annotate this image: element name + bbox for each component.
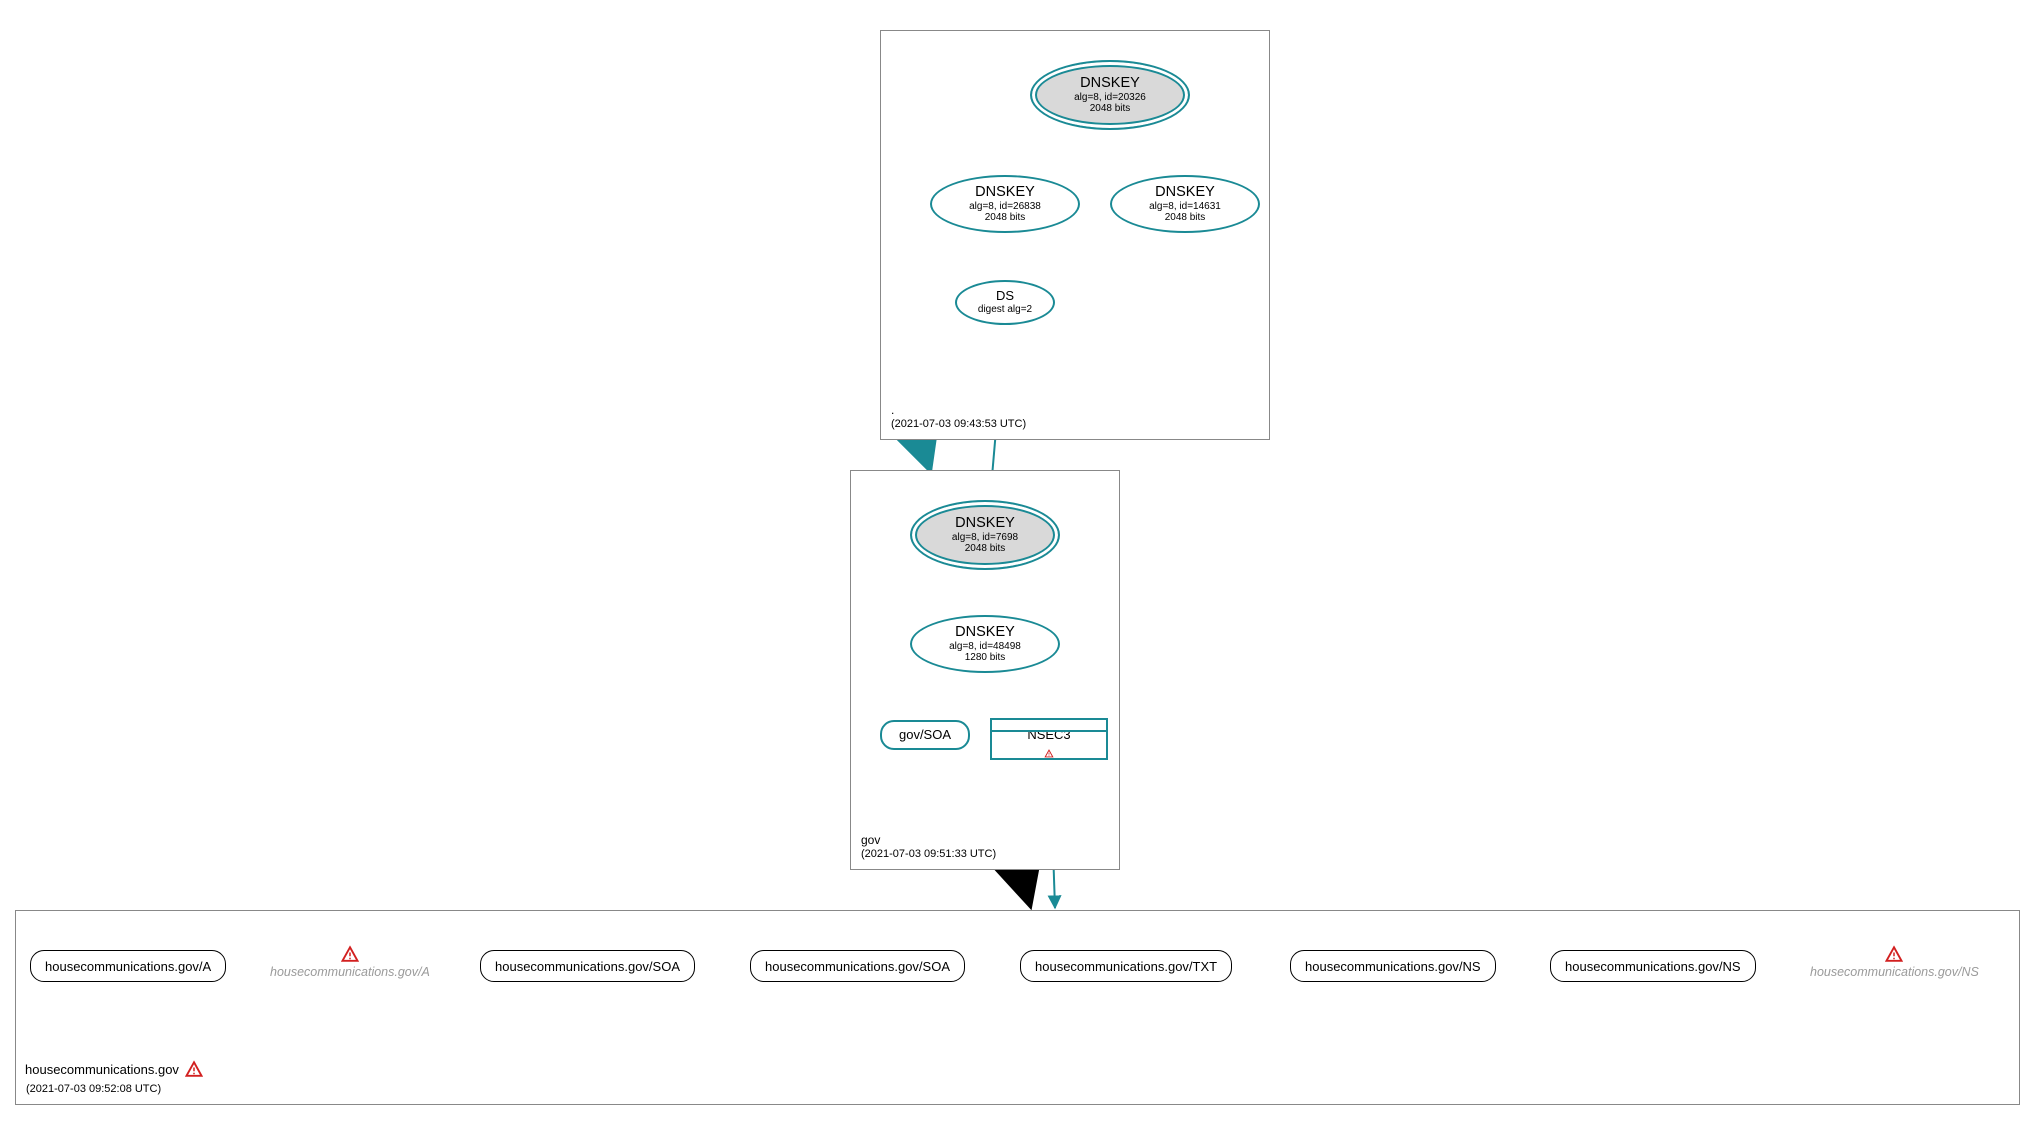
- zone-domain-name-row: housecommunications.gov: [25, 1060, 203, 1078]
- zone-domain-ts: (2021-07-03 09:52:08 UTC): [26, 1083, 161, 1096]
- node-gov-ksk-l2: alg=8, id=7698: [952, 532, 1018, 544]
- rr-ns-1: housecommunications.gov/NS: [1290, 950, 1496, 982]
- warning-icon: [185, 1060, 203, 1078]
- node-gov-zsk-l2: alg=8, id=48498: [949, 641, 1021, 653]
- rr-ns-2-label: housecommunications.gov/NS: [1565, 959, 1741, 974]
- zone-root-ts: (2021-07-03 09:43:53 UTC): [891, 418, 1026, 431]
- node-nsec3: NSEC3: [990, 718, 1108, 760]
- node-root-zsk2-l3: 2048 bits: [1165, 212, 1206, 224]
- node-root-ds-l2: digest alg=2: [978, 304, 1032, 316]
- rr-ns-2: housecommunications.gov/NS: [1550, 950, 1756, 982]
- warning-icon: [341, 945, 359, 963]
- node-root-zsk1-l3: 2048 bits: [985, 212, 1026, 224]
- rr-soa-1: housecommunications.gov/SOA: [480, 950, 695, 982]
- rr-a-label: housecommunications.gov/A: [45, 959, 211, 974]
- zone-domain-name-text: housecommunications.gov: [25, 1062, 179, 1077]
- zone-gov-name: gov: [861, 833, 996, 847]
- warning-icon: [1885, 945, 1903, 963]
- nsec3-header-line: [992, 730, 1106, 732]
- node-gov-soa-label: gov/SOA: [899, 728, 951, 743]
- node-root-ksk-l2: alg=8, id=20326: [1074, 92, 1146, 104]
- node-root-zsk1: DNSKEY alg=8, id=26838 2048 bits: [930, 175, 1080, 233]
- node-gov-ksk: DNSKEY alg=8, id=7698 2048 bits: [910, 500, 1060, 570]
- rr-ns-gray: housecommunications.gov/NS: [1810, 945, 1979, 979]
- node-root-zsk2-l2: alg=8, id=14631: [1149, 201, 1221, 213]
- rr-a-gray-label: housecommunications.gov/A: [270, 965, 430, 979]
- node-root-zsk2: DNSKEY alg=8, id=14631 2048 bits: [1110, 175, 1260, 233]
- diagram-canvas: . (2021-07-03 09:43:53 UTC) DNSKEY alg=8…: [0, 0, 2035, 1121]
- rr-ns-1-label: housecommunications.gov/NS: [1305, 959, 1481, 974]
- rr-txt-label: housecommunications.gov/TXT: [1035, 959, 1217, 974]
- zone-gov-ts: (2021-07-03 09:51:33 UTC): [861, 848, 996, 861]
- node-gov-ksk-title: DNSKEY: [955, 515, 1015, 532]
- node-root-zsk2-title: DNSKEY: [1155, 184, 1215, 201]
- node-root-zsk1-l2: alg=8, id=26838: [969, 201, 1041, 213]
- zone-domain: (2021-07-03 09:52:08 UTC): [15, 910, 2020, 1105]
- rr-a-gray: housecommunications.gov/A: [270, 945, 430, 979]
- rr-a: housecommunications.gov/A: [30, 950, 226, 982]
- node-root-ksk-l3: 2048 bits: [1090, 103, 1131, 115]
- node-root-ds-title: DS: [996, 289, 1014, 304]
- node-root-zsk1-title: DNSKEY: [975, 184, 1035, 201]
- rr-ns-gray-label: housecommunications.gov/NS: [1810, 965, 1979, 979]
- zone-root-name: .: [891, 403, 1026, 417]
- rr-soa-2-label: housecommunications.gov/SOA: [765, 959, 950, 974]
- node-gov-soa: gov/SOA: [880, 720, 970, 750]
- rr-soa-1-label: housecommunications.gov/SOA: [495, 959, 680, 974]
- rr-txt: housecommunications.gov/TXT: [1020, 950, 1232, 982]
- rr-soa-2: housecommunications.gov/SOA: [750, 950, 965, 982]
- node-root-ksk: DNSKEY alg=8, id=20326 2048 bits: [1030, 60, 1190, 130]
- node-root-ksk-title: DNSKEY: [1080, 75, 1140, 92]
- node-gov-zsk: DNSKEY alg=8, id=48498 1280 bits: [910, 615, 1060, 673]
- node-root-ds: DS digest alg=2: [955, 280, 1055, 325]
- node-gov-zsk-title: DNSKEY: [955, 624, 1015, 641]
- node-gov-ksk-l3: 2048 bits: [965, 543, 1006, 555]
- warning-icon: [1040, 749, 1058, 758]
- node-gov-zsk-l3: 1280 bits: [965, 652, 1006, 664]
